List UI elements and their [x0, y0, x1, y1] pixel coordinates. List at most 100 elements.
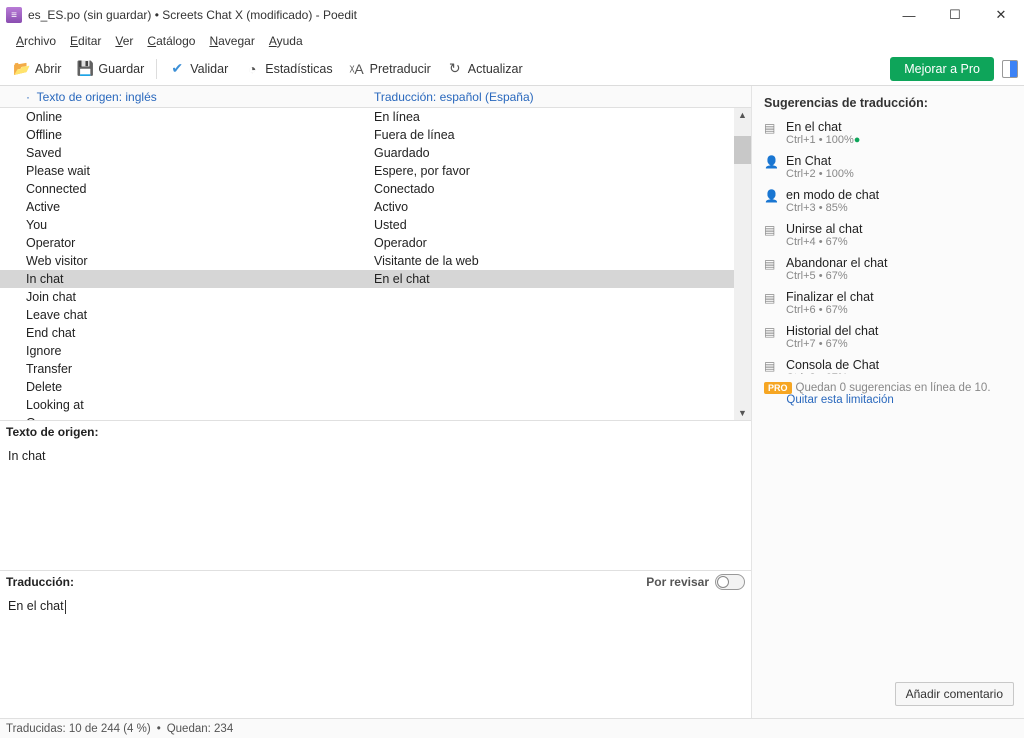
- table-row[interactable]: ActiveActivo: [0, 198, 751, 216]
- stats-button[interactable]: ◔ Estadísticas: [236, 57, 340, 81]
- validate-button[interactable]: ✔ Validar: [161, 57, 236, 81]
- table-row[interactable]: Open: [0, 414, 751, 420]
- table-row[interactable]: OnlineEn línea: [0, 108, 751, 126]
- window-title: es_ES.po (sin guardar) • Screets Chat X …: [28, 8, 357, 22]
- suggestions-list: ▤En el chatCtrl+1 • 100%●👤En ChatCtrl+2 …: [752, 116, 1024, 374]
- doc-icon: ▤: [764, 325, 778, 339]
- minimize-button[interactable]: —: [886, 0, 932, 30]
- suggestion-item[interactable]: ▤Abandonar el chatCtrl+5 • 67%: [758, 252, 1018, 286]
- suggestion-meta: Ctrl+5 • 67%: [786, 270, 1012, 282]
- doc-icon: ▤: [764, 223, 778, 237]
- pro-footer: PROQuedan 0 sugerencias en línea de 10. …: [752, 374, 1024, 414]
- table-row[interactable]: Delete: [0, 378, 751, 396]
- suggestion-item[interactable]: ▤En el chatCtrl+1 • 100%●: [758, 116, 1018, 150]
- suggestion-item[interactable]: ▤Consola de ChatCtrl+8 • 67%: [758, 354, 1018, 374]
- row-target: Operador: [370, 236, 751, 250]
- suggestion-item[interactable]: ▤Finalizar el chatCtrl+6 • 67%: [758, 286, 1018, 320]
- user-icon: 👤: [764, 155, 778, 169]
- translation-pane: Traducción: Por revisar En el chat: [0, 570, 751, 718]
- save-button[interactable]: 💾 Guardar: [69, 57, 152, 81]
- menu-file[interactable]: Archivo: [10, 32, 62, 50]
- suggestion-item[interactable]: ▤Unirse al chatCtrl+4 • 67%: [758, 218, 1018, 252]
- user-icon: 👤: [764, 189, 778, 203]
- row-target: Activo: [370, 200, 751, 214]
- save-label: Guardar: [98, 62, 144, 76]
- menu-edit[interactable]: Editar: [64, 32, 107, 50]
- open-label: Abrir: [35, 62, 61, 76]
- translate-icon: ᵡA: [349, 61, 365, 77]
- row-target: Fuera de línea: [370, 128, 751, 142]
- table-row[interactable]: OfflineFuera de línea: [0, 126, 751, 144]
- row-source: You: [0, 218, 370, 232]
- table-row[interactable]: Ignore: [0, 342, 751, 360]
- scrollbar[interactable]: ▲ ▼: [734, 108, 751, 420]
- table-row[interactable]: Web visitorVisitante de la web: [0, 252, 751, 270]
- close-button[interactable]: ✕: [978, 0, 1024, 30]
- table-row[interactable]: Looking at: [0, 396, 751, 414]
- toolbar-separator: [156, 59, 157, 79]
- open-button[interactable]: 📂 Abrir: [6, 57, 69, 81]
- suggestion-item[interactable]: 👤En ChatCtrl+2 • 100%: [758, 150, 1018, 184]
- table-row[interactable]: Transfer: [0, 360, 751, 378]
- table-row[interactable]: YouUsted: [0, 216, 751, 234]
- scroll-thumb[interactable]: [734, 136, 751, 164]
- translation-list[interactable]: OnlineEn líneaOfflineFuera de líneaSaved…: [0, 108, 751, 420]
- menu-catalog[interactable]: Catálogo: [141, 32, 201, 50]
- row-target: En el chat: [370, 272, 751, 286]
- table-row[interactable]: Please waitEspere, por favor: [0, 162, 751, 180]
- add-comment-button[interactable]: Añadir comentario: [895, 682, 1014, 706]
- table-row[interactable]: Join chat: [0, 288, 751, 306]
- pretranslate-label: Pretraducir: [370, 62, 431, 76]
- row-source: Please wait: [0, 164, 370, 178]
- toggle-sidebar-button[interactable]: [1002, 60, 1018, 78]
- scroll-down-icon[interactable]: ▼: [738, 406, 747, 420]
- row-source: Join chat: [0, 290, 370, 304]
- pro-badge: PRO: [764, 382, 792, 394]
- column-target-header[interactable]: Traducción: español (España): [370, 86, 751, 107]
- suggestion-item[interactable]: ▤ Historial del chatCtrl+7 • 67%: [758, 320, 1018, 354]
- suggestion-meta: Ctrl+7 • 67%: [786, 338, 1012, 350]
- title-bar: ≡ es_ES.po (sin guardar) • Screets Chat …: [0, 0, 1024, 30]
- pretranslate-button[interactable]: ᵡA Pretraducir: [341, 57, 439, 81]
- needs-review-toggle[interactable]: [715, 574, 745, 590]
- row-source: Connected: [0, 182, 370, 196]
- translation-input[interactable]: En el chat: [0, 593, 751, 718]
- validate-label: Validar: [190, 62, 228, 76]
- doc-icon: ▤: [764, 121, 778, 135]
- table-row[interactable]: In chatEn el chat: [0, 270, 751, 288]
- column-source-header[interactable]: · Texto de origen: inglés: [0, 86, 370, 107]
- suggestion-label: Historial del chat: [786, 324, 1012, 338]
- row-target: Visitante de la web: [370, 254, 751, 268]
- table-row[interactable]: ConnectedConectado: [0, 180, 751, 198]
- suggestion-item[interactable]: 👤en modo de chatCtrl+3 • 85%: [758, 184, 1018, 218]
- row-source: Online: [0, 110, 370, 124]
- scroll-up-icon[interactable]: ▲: [738, 108, 747, 122]
- row-target: Conectado: [370, 182, 751, 196]
- folder-open-icon: 📂: [14, 61, 30, 77]
- row-source: Saved: [0, 146, 370, 160]
- menu-navigate[interactable]: Navegar: [203, 32, 260, 50]
- menu-help[interactable]: Ayuda: [263, 32, 309, 50]
- add-comment-wrap: Añadir comentario: [895, 682, 1014, 706]
- status-bar: Traducidas: 10 de 244 (4 %) • Quedan: 23…: [0, 718, 1024, 738]
- remove-limit-link[interactable]: Quitar esta limitación: [786, 394, 893, 406]
- maximize-button[interactable]: ☐: [932, 0, 978, 30]
- table-row[interactable]: SavedGuardado: [0, 144, 751, 162]
- row-target: Espere, por favor: [370, 164, 751, 178]
- row-source: Operator: [0, 236, 370, 250]
- main-content: · Texto de origen: inglés Traducción: es…: [0, 86, 1024, 718]
- table-row[interactable]: OperatorOperador: [0, 234, 751, 252]
- upgrade-pro-button[interactable]: Mejorar a Pro: [890, 57, 994, 81]
- update-button[interactable]: ↻ Actualizar: [439, 57, 531, 81]
- row-source: Leave chat: [0, 308, 370, 322]
- table-row[interactable]: End chat: [0, 324, 751, 342]
- suggestion-label: Abandonar el chat: [786, 256, 1012, 270]
- menu-view[interactable]: Ver: [109, 32, 139, 50]
- suggestion-meta: Ctrl+2 • 100%: [786, 168, 1012, 180]
- row-source: Open: [0, 416, 370, 420]
- stats-label: Estadísticas: [265, 62, 332, 76]
- row-source: Active: [0, 200, 370, 214]
- table-row[interactable]: Leave chat: [0, 306, 751, 324]
- check-icon: ✔: [169, 61, 185, 77]
- row-target: Guardado: [370, 146, 751, 160]
